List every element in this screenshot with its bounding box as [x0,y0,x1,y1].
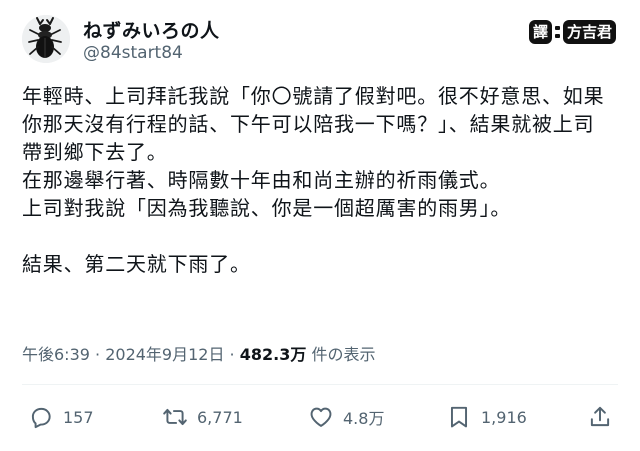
heart-icon [310,407,332,427]
reply-icon [31,407,51,429]
tweet-line: 在那邊舉行著、時隔數十年由和尚主辦的祈雨儀式。 [22,168,501,192]
view-count[interactable]: 482.3万 [240,345,307,364]
reply-button[interactable]: 157 [28,404,94,430]
badge-part-2: 方吉君 [562,20,616,44]
tweet-header: ねずみいろの人 @84start84 譯 方吉君 [22,12,622,68]
avatar[interactable] [22,15,70,63]
tweet-line: 你那天沒有行程的話、下午可以陪我一下嗎？」、結果就被上司 [22,112,595,136]
tweet-line: 帶到鄉下去了。 [22,140,168,164]
translator-badge: 譯 方吉君 [528,20,616,44]
tweet-meta: 午後6:39 · 2024年9月12日 · 482.3万 件の表示 [22,341,375,365]
repost-count: 6,771 [197,407,243,427]
tweet-text: 年輕時、上司拜託我說「你〇號請了假對吧。很不好意思、如果 你那天沒有行程的話、下… [22,82,628,278]
meta-separator: · [89,345,106,364]
view-count-label: 件の表示 [306,345,376,364]
stag-beetle-icon [22,15,70,63]
meta-separator: · [224,345,240,364]
badge-part-1: 譯 [528,20,552,44]
tweet-line: 結果、第二天就下雨了。 [22,252,251,276]
tweet-date[interactable]: 2024年9月12日 [105,345,224,364]
user-handle[interactable]: @84start84 [83,43,183,63]
bookmark-button[interactable]: 1,916 [446,404,527,430]
tweet-line-blank [22,222,628,250]
like-button[interactable]: 4.8万 [308,404,384,430]
tweet-line: 年輕時、上司拜託我說「你〇號請了假對吧。很不好意思、如果 [22,84,605,108]
like-count: 4.8万 [343,409,385,428]
tweet-time[interactable]: 午後6:39 [22,345,90,364]
badge-colon [554,26,560,38]
reply-count: 157 [63,407,94,427]
divider [22,384,618,385]
bookmark-count: 1,916 [481,407,527,427]
display-name[interactable]: ねずみいろの人 [83,16,220,43]
share-button[interactable] [587,404,613,430]
tweet-line: 上司對我說「因為我聽說、你是一個超厲害的雨男」。 [22,196,512,220]
share-icon [590,406,610,427]
repost-button[interactable]: 6,771 [162,404,243,430]
bookmark-icon [450,406,468,428]
action-bar: 157 6,771 4.8万 1,916 [22,398,618,438]
repost-icon [163,408,187,426]
